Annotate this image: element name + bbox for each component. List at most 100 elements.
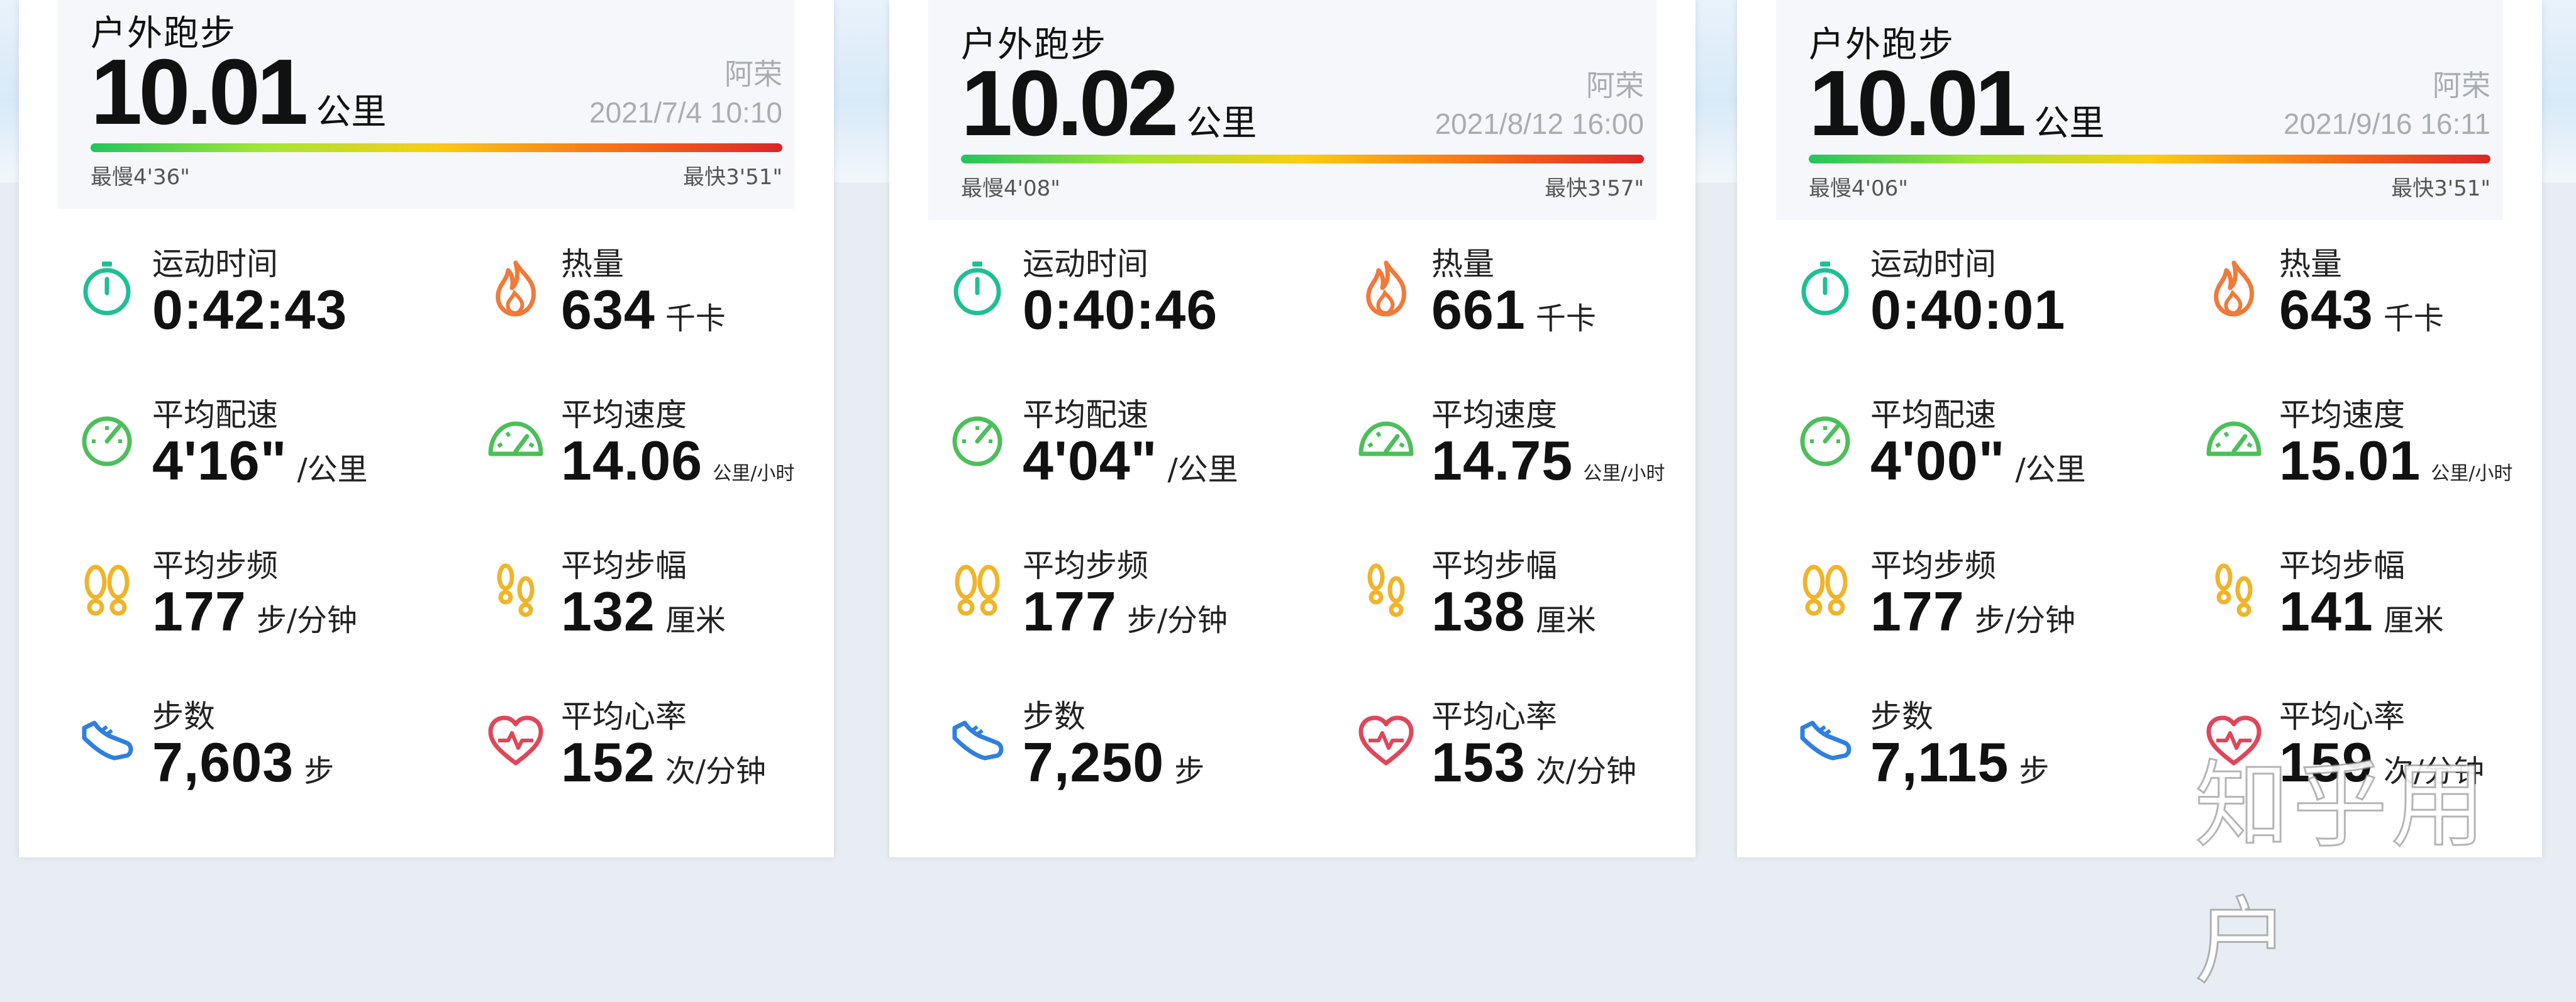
metric-value-row: 0:40:01 [1870,278,2065,342]
footprints-small-icon [2204,559,2264,620]
distance-row: 10.01 公里 [1809,57,2104,151]
gauge-icon [947,409,1008,469]
run-datetime: 2021/7/4 10:10 [589,96,782,129]
metric-value-row: 7,250 步 [1023,730,1204,795]
metric-value-row: 0:40:46 [1023,278,1218,342]
flame-icon [486,258,546,318]
metric-unit: /公里 [1167,452,1238,487]
metric-avg-cadence: 平均步频 177 步/分钟 [58,541,448,685]
stopwatch-icon [77,258,137,318]
shoe-icon [947,710,1008,771]
metric-value-row: 4'00" /公里 [1870,429,2086,493]
footprints-small-icon [486,559,546,620]
card-header: 户外跑步 10.01 公里 阿荣 2021/9/16 16:11 最慢4'06"… [1776,0,2503,220]
metric-avg-speed: 平均速度 15.01 公里/小时 [2185,390,2542,534]
metric-avg-pace: 平均配速 4'16"/公里 [58,390,448,534]
metric-unit: /公里 [2015,452,2086,487]
metric-value: 15.01 [2279,429,2421,492]
metric-value: 0:40:46 [1023,278,1218,341]
metric-avg-heart-rate: 平均心率 159 次/分钟 [2185,691,2542,836]
metric-unit: 次/分钟 [1535,754,1637,789]
metric-value-row: 159 次/分钟 [2279,730,2484,795]
metric-value: 141 [2279,580,2373,642]
metric-value: 152 [561,731,655,793]
metric-unit: 步 [304,754,335,789]
run-summary-card: 户外跑步 10.01 公里 阿荣 2021/7/4 10:10 最慢4'36" … [19,0,834,857]
slowest-pace: 最慢4'06" [1809,176,1908,201]
metric-unit: 厘米 [665,603,726,638]
metric-value: 4'16" [152,429,287,492]
footprints-icon [77,559,137,620]
metric-unit: 公里/小时 [713,463,795,485]
user-name: 阿荣 [724,57,782,91]
distance-value: 10.02 [961,52,1179,155]
flame-icon [2204,258,2264,318]
metric-unit: 步 [1174,754,1205,789]
metric-step-count: 步数 7,603 步 [58,691,448,836]
metric-avg-heart-rate: 平均心率 152 次/分钟 [467,691,834,836]
metric-value: 4'00" [1870,429,2006,492]
shoe-icon [77,710,137,771]
fastest-pace: 最快3'51" [2391,176,2490,201]
metric-value: 661 [1431,278,1526,341]
metric-calories: 热量 643 千卡 [2185,239,2542,383]
metric-value: 159 [2279,731,2373,793]
distance-unit: 公里 [1186,103,1257,144]
metric-duration: 运动时间 0:42:43 [58,239,448,383]
metric-value-row: 15.01 公里/小时 [2279,429,2512,493]
run-datetime: 2021/8/12 16:00 [1435,107,1644,140]
footprints-icon [947,559,1008,620]
metric-avg-speed: 平均速度 14.06 公里/小时 [467,390,834,534]
footprints-small-icon [1356,559,1416,620]
user-name: 阿荣 [2433,69,2490,102]
metric-calories: 热量 634 千卡 [467,239,834,383]
metric-value-row: 152 次/分钟 [561,730,766,795]
speedometer-icon [1356,409,1416,469]
distance-value: 10.01 [91,40,308,144]
metric-duration: 运动时间 0:40:46 [928,239,1318,383]
metric-unit: 步/分钟 [256,603,358,638]
metric-value: 132 [561,580,655,642]
pace-gradient-bar [1809,155,2490,163]
metric-unit: 千卡 [1535,301,1596,336]
card-header: 户外跑步 10.01 公里 阿荣 2021/7/4 10:10 最慢4'36" … [58,0,795,209]
pace-gradient-bar [91,143,782,152]
distance-unit: 公里 [2034,103,2105,144]
run-datetime: 2021/9/16 16:11 [2283,107,2490,140]
metric-unit: 次/分钟 [665,754,767,789]
metric-unit: 步 [2019,754,2050,789]
stopwatch-icon [1795,258,1855,318]
metric-value-row: 138 厘米 [1431,580,1596,644]
distance-unit: 公里 [316,92,387,133]
metric-value-row: 177 步/分钟 [1870,580,2075,644]
background-gap [2542,0,2576,182]
metric-unit: 公里/小时 [1583,463,1665,485]
metric-duration: 运动时间 0:40:01 [1776,239,2166,383]
metric-value-row: 132 厘米 [561,580,726,644]
heart-rate-icon [2204,710,2264,771]
metric-value-row: 634 千卡 [561,278,726,342]
gauge-icon [77,409,137,469]
flame-icon [1356,258,1416,318]
background-gap [834,0,889,182]
distance-value: 10.01 [1809,52,2026,155]
metric-value: 177 [1023,580,1117,642]
metric-value: 14.75 [1431,429,1574,492]
distance-row: 10.02 公里 [961,57,1257,151]
metric-step-count: 步数 7,115 步 [1776,691,2166,836]
run-summary-card: 户外跑步 10.01 公里 阿荣 2021/9/16 16:11 最慢4'06"… [1737,0,2542,857]
metric-value-row: 643 千卡 [2279,278,2444,342]
metric-unit: 步/分钟 [1126,603,1228,638]
metric-avg-cadence: 平均步频 177 步/分钟 [928,541,1318,685]
slowest-pace: 最慢4'08" [961,176,1060,201]
gauge-icon [1795,409,1855,469]
metric-calories: 热量 661 千卡 [1337,239,1696,383]
metric-avg-cadence: 平均步频 177 步/分钟 [1776,541,2166,685]
metric-value: 4'04" [1023,429,1158,492]
metric-unit: 公里/小时 [2431,463,2513,485]
background-gap [0,0,19,182]
metric-unit: 步/分钟 [1974,603,2076,638]
metric-unit: 次/分钟 [2383,754,2485,789]
user-name: 阿荣 [1586,69,1644,102]
metric-unit: 千卡 [2383,301,2444,336]
